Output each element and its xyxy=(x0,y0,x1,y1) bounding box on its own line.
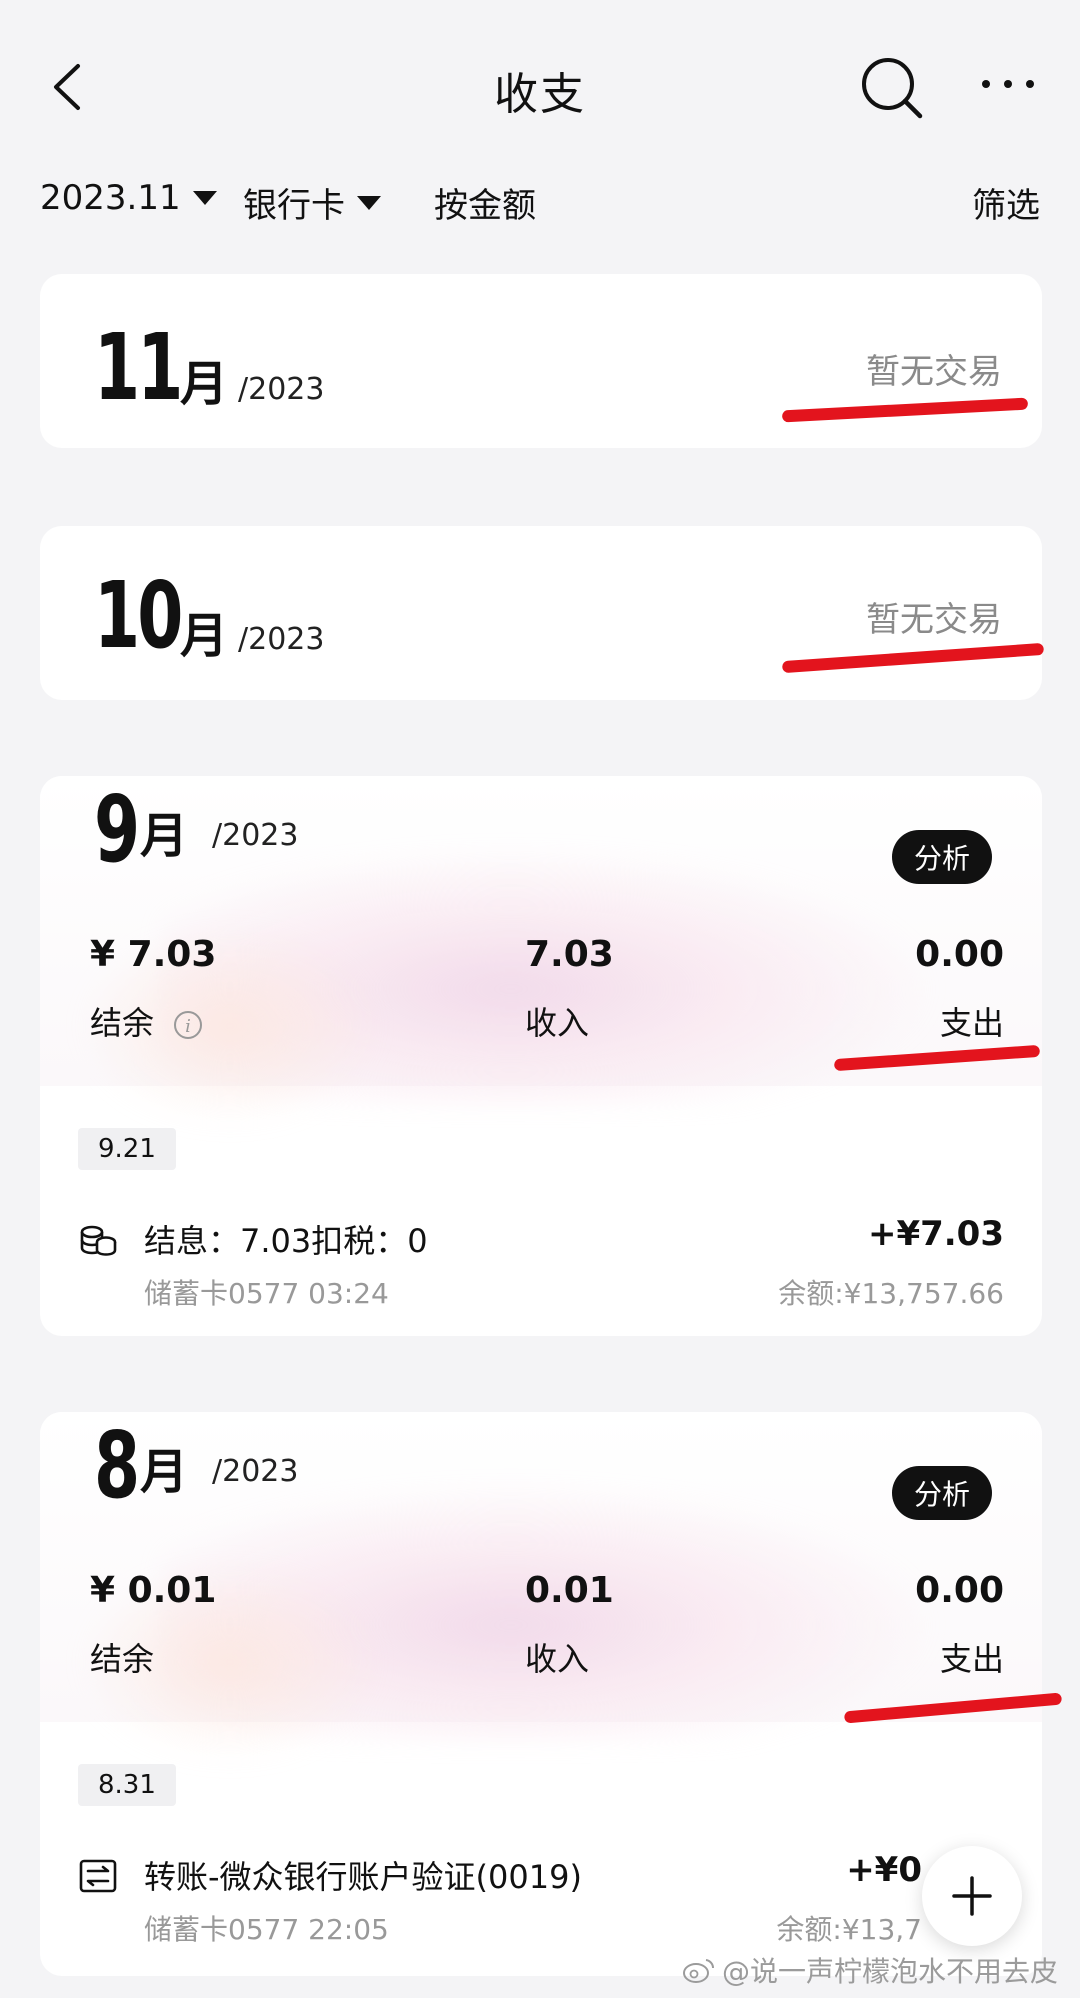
add-button[interactable] xyxy=(922,1846,1022,1946)
transaction-subtitle: 储蓄卡0577 22:05 xyxy=(144,1913,389,1946)
date-chip: 8.31 xyxy=(78,1764,176,1806)
balance-label: 结余 xyxy=(90,1004,155,1042)
month-card-november[interactable]: 11 月 /2023 暂无交易 xyxy=(40,274,1042,448)
transfer-icon xyxy=(79,1859,117,1893)
expense-label: 支出 xyxy=(939,1004,1004,1042)
plus-icon xyxy=(952,1876,992,1916)
no-transactions-label: 暂无交易 xyxy=(866,352,1002,392)
income-label: 收入 xyxy=(525,1640,590,1678)
income-value: 0.01 xyxy=(525,1570,614,1611)
year-label: /2023 xyxy=(212,818,299,853)
month-filter[interactable]: 2023.11 xyxy=(40,178,217,218)
month-number: 8 xyxy=(94,1412,140,1519)
year-label: /2023 xyxy=(212,1454,299,1489)
analyze-button[interactable]: 分析 xyxy=(892,1466,992,1520)
year-label: /2023 xyxy=(238,372,325,407)
weibo-logo-icon xyxy=(683,1959,715,1983)
balance-value: ¥ 7.03 xyxy=(90,934,217,975)
transaction-title[interactable]: 结息：7.03扣税：0 xyxy=(144,1216,428,1262)
income-label: 收入 xyxy=(525,1004,590,1042)
month-number: 10 xyxy=(94,562,183,669)
year-label: /2023 xyxy=(238,622,325,657)
sort-by-amount[interactable]: 按金额 xyxy=(434,178,536,227)
info-icon[interactable]: i xyxy=(172,1009,204,1041)
transaction-amount: +¥7.03 xyxy=(867,1214,1004,1254)
transaction-subtitle: 储蓄卡0577 03:24 xyxy=(144,1277,389,1310)
caret-down-icon xyxy=(192,191,217,205)
sort-label: 按金额 xyxy=(434,186,536,226)
month-suffix: 月 xyxy=(140,808,189,864)
month-number: 11 xyxy=(94,314,183,421)
month-filter-label: 2023.11 xyxy=(40,178,181,218)
svg-text:i: i xyxy=(185,1016,191,1037)
analyze-button[interactable]: 分析 xyxy=(892,830,992,884)
caret-down-icon xyxy=(357,195,381,210)
account-filter[interactable]: 银行卡 xyxy=(243,178,381,227)
filter-button[interactable]: 筛选 xyxy=(972,178,1040,227)
month-number: 9 xyxy=(94,776,140,883)
month-suffix: 月 xyxy=(180,608,229,664)
month-suffix: 月 xyxy=(180,356,229,412)
balance-label-row: 结余 i xyxy=(90,998,204,1044)
income-value: 7.03 xyxy=(525,934,614,975)
transaction-title[interactable]: 转账-微众银行账户验证(0019) xyxy=(144,1852,582,1898)
balance-value: ¥ 0.01 xyxy=(90,1570,217,1611)
more-options-icon[interactable] xyxy=(978,64,1038,104)
watermark: @说一声柠檬泡水不用去皮 xyxy=(682,1950,1058,1990)
transaction-balance: 余额:¥13,757.66 xyxy=(778,1277,1004,1310)
month-suffix: 月 xyxy=(140,1444,189,1500)
expense-value: 0.00 xyxy=(915,934,1004,975)
balance-label: 结余 xyxy=(90,1640,155,1678)
date-chip: 9.21 xyxy=(78,1128,176,1170)
transaction-balance: 余额:¥13,7 xyxy=(776,1913,922,1946)
watermark-text: @说一声柠檬泡水不用去皮 xyxy=(722,1955,1059,1988)
coins-icon xyxy=(80,1225,117,1256)
month-card-august[interactable]: 8 月 /2023 分析 ¥ 0.01 结余 0.01 收入 0.00 支出 8… xyxy=(40,1412,1042,1976)
search-icon[interactable] xyxy=(858,54,924,120)
expense-value: 0.00 xyxy=(915,1570,1004,1611)
expense-label: 支出 xyxy=(939,1640,1004,1678)
no-transactions-label: 暂无交易 xyxy=(866,600,1002,640)
account-filter-label: 银行卡 xyxy=(243,186,345,226)
transaction-amount: +¥0 xyxy=(846,1850,922,1890)
month-card-october[interactable]: 10 月 /2023 暂无交易 xyxy=(40,526,1042,700)
